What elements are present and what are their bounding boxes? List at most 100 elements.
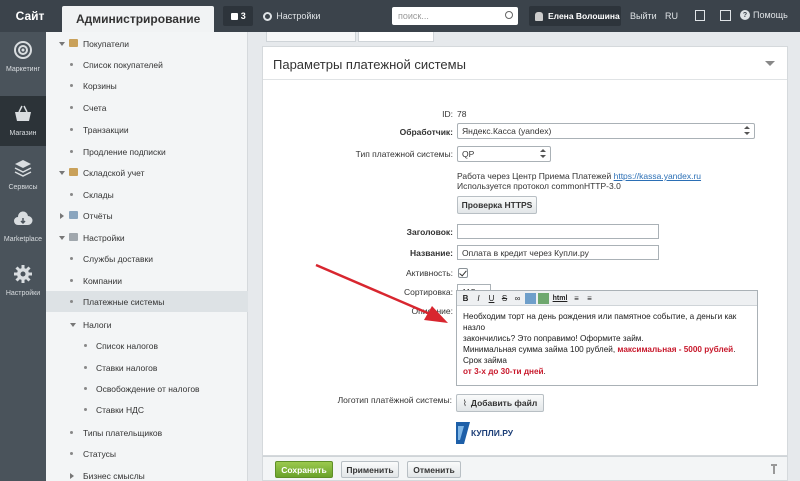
notifications-button[interactable]: 3 bbox=[223, 6, 254, 26]
tree-item-customer-list[interactable]: Список покупателей bbox=[46, 54, 248, 75]
collapse-icon[interactable] bbox=[765, 61, 775, 66]
protocol-text: Используется протокол commonHTTP-3.0 bbox=[457, 181, 621, 191]
tree-item-vat-rates[interactable]: Ставки НДС bbox=[46, 399, 248, 420]
chevron-down-icon[interactable] bbox=[59, 236, 65, 240]
kassa-link[interactable]: https://kassa.yandex.ru bbox=[614, 171, 701, 181]
cancel-button[interactable]: Отменить bbox=[407, 461, 461, 478]
tree-item-reports[interactable]: Отчёты bbox=[46, 205, 248, 226]
tree-item-delivery-services[interactable]: Службы доставки bbox=[46, 248, 248, 269]
tree-item-business-meanings[interactable]: Бизнес смыслы bbox=[46, 465, 248, 481]
check-https-button[interactable]: Проверка HTTPS bbox=[457, 196, 537, 214]
name-label: Название: bbox=[410, 248, 453, 258]
link-icon[interactable]: ∞ bbox=[512, 293, 523, 304]
bullet-icon bbox=[84, 387, 87, 390]
tree-item-statuses[interactable]: Статусы bbox=[46, 443, 248, 464]
module-settings[interactable]: Настройки bbox=[0, 256, 46, 306]
bold-icon[interactable]: B bbox=[460, 293, 471, 304]
tree-item-label: Службы доставки bbox=[83, 253, 154, 264]
settings-link[interactable]: Настройки bbox=[263, 11, 320, 21]
tree-item-label: Покупатели bbox=[83, 38, 129, 49]
search-input[interactable]: поиск... bbox=[392, 7, 518, 25]
divider bbox=[263, 79, 787, 80]
module-marketing[interactable]: Маркетинг bbox=[0, 32, 46, 82]
pin-icon[interactable] bbox=[771, 464, 777, 474]
list-ordered-icon[interactable]: ≡ bbox=[571, 293, 582, 304]
tree-item-customers[interactable]: Покупатели bbox=[46, 33, 248, 54]
chevron-right-icon[interactable] bbox=[70, 473, 74, 479]
save-button[interactable]: Сохранить bbox=[275, 461, 333, 478]
tree-item-taxes[interactable]: Налоги bbox=[46, 314, 248, 335]
logout-link[interactable]: Выйти bbox=[630, 11, 657, 21]
list-bullet-icon[interactable]: ≡ bbox=[584, 293, 595, 304]
tree-item-label: Типы плательщиков bbox=[83, 427, 163, 438]
tab-administration[interactable]: Администрирование bbox=[62, 6, 215, 32]
user-menu[interactable]: Елена Волошина bbox=[529, 6, 621, 26]
chevron-right-icon[interactable] bbox=[60, 213, 64, 219]
tree-item-transactions[interactable]: Транзакции bbox=[46, 119, 248, 140]
home-icon bbox=[69, 168, 78, 176]
html-icon[interactable]: html bbox=[551, 293, 569, 304]
editor-toolbar: B I U S ∞ html ≡ ≡ bbox=[457, 291, 757, 306]
image-icon[interactable] bbox=[525, 292, 536, 304]
tree-item-stores[interactable]: Склады bbox=[46, 184, 248, 205]
basket-icon bbox=[15, 105, 31, 121]
type-select[interactable]: QP bbox=[457, 146, 551, 162]
help-link[interactable]: ? Помощь bbox=[740, 10, 788, 20]
handler-select[interactable]: Яндекс.Касса (yandex) bbox=[457, 123, 755, 139]
desc-line: Минимальная сумма займа 100 рублей, макс… bbox=[463, 344, 751, 366]
tree-item-companies[interactable]: Компании bbox=[46, 270, 248, 291]
desc-text: Минимальная сумма займа 100 рублей, bbox=[463, 345, 618, 354]
name-input[interactable]: Оплата в кредит через Купли.ру bbox=[457, 245, 659, 260]
tree-item-invoices[interactable]: Счета bbox=[46, 97, 248, 118]
editor-content[interactable]: Необходим торт на день рождения или памя… bbox=[457, 306, 757, 382]
apply-button[interactable]: Применить bbox=[341, 461, 399, 478]
description-editor[interactable]: B I U S ∞ html ≡ ≡ Необходим торт на ден… bbox=[456, 290, 758, 386]
folder-icon bbox=[69, 39, 78, 47]
select-arrows-icon bbox=[540, 149, 547, 159]
bullet-icon bbox=[70, 300, 73, 303]
tree-item-payer-types[interactable]: Типы плательщиков bbox=[46, 422, 248, 443]
module-shop[interactable]: Магазин bbox=[0, 96, 46, 146]
settings-label: Настройки bbox=[276, 11, 321, 21]
bullet-icon bbox=[84, 366, 87, 369]
tree-item-subscription-renewal[interactable]: Продление подписки bbox=[46, 141, 248, 162]
chevron-down-icon[interactable] bbox=[59, 42, 65, 46]
tab-payment-system[interactable] bbox=[266, 32, 356, 42]
module-services[interactable]: Сервисы bbox=[0, 150, 46, 200]
chevron-down-icon[interactable] bbox=[70, 323, 76, 327]
window-icon[interactable] bbox=[720, 10, 731, 21]
chevron-down-icon[interactable] bbox=[59, 171, 65, 175]
tree-item-tax-rates[interactable]: Ставки налогов bbox=[46, 357, 248, 378]
bullet-icon bbox=[70, 128, 73, 131]
strikethrough-icon[interactable]: S bbox=[499, 293, 510, 304]
tab-site[interactable]: Сайт bbox=[0, 0, 60, 32]
tab-other[interactable] bbox=[358, 32, 434, 42]
document-icon[interactable] bbox=[695, 10, 705, 21]
tree-item-warehouse[interactable]: Складской учет bbox=[46, 162, 248, 183]
search-icon[interactable] bbox=[505, 11, 513, 19]
active-label: Активность: bbox=[406, 268, 453, 278]
module-marketplace[interactable]: Marketplace bbox=[0, 202, 46, 252]
video-icon[interactable] bbox=[538, 292, 549, 304]
tree-item-label: Освобождение от налогов bbox=[96, 383, 200, 394]
tree-item-settings[interactable]: Настройки bbox=[46, 227, 248, 248]
tree-item-label: Складской учет bbox=[83, 167, 145, 178]
tree-item-tax-exemption[interactable]: Освобождение от налогов bbox=[46, 378, 248, 399]
bullet-icon bbox=[70, 279, 73, 282]
bullet-icon bbox=[70, 106, 73, 109]
module-sidebar: Маркетинг Магазин Сервисы Marketplace На… bbox=[0, 32, 46, 481]
active-checkbox[interactable] bbox=[458, 268, 468, 278]
tree-item-payment-systems[interactable]: Платежные системы bbox=[46, 291, 248, 312]
tree-item-label: Ставки НДС bbox=[96, 404, 145, 415]
info-text: Работа через Центр Приема Платежей bbox=[457, 171, 612, 181]
underline-icon[interactable]: U bbox=[486, 293, 497, 304]
bullet-icon bbox=[70, 84, 73, 87]
language-selector[interactable]: RU bbox=[665, 11, 678, 21]
italic-icon[interactable]: I bbox=[473, 293, 484, 304]
desc-highlight: максимальная - 5000 рублей bbox=[617, 345, 734, 354]
add-file-button[interactable]: ⌇ Добавить файл bbox=[456, 394, 544, 412]
tree-item-tax-list[interactable]: Список налогов bbox=[46, 335, 248, 356]
tree-item-carts[interactable]: Корзины bbox=[46, 75, 248, 96]
tree-item-label: Ставки налогов bbox=[96, 362, 158, 373]
header-input[interactable] bbox=[457, 224, 659, 239]
